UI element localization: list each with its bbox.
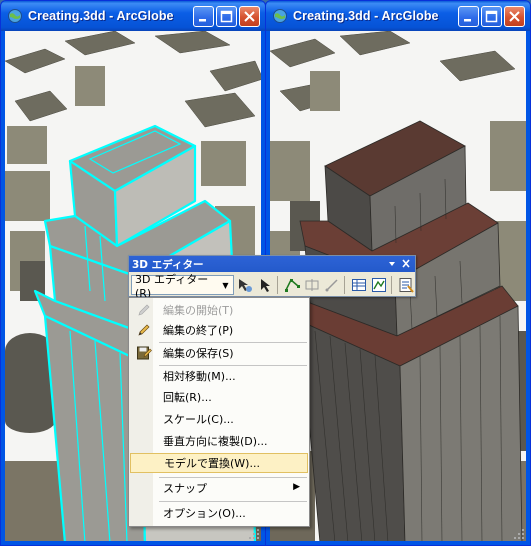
toolbar-row: 3D エディター(R) ▼	[129, 273, 415, 300]
arcglobe-icon	[273, 9, 287, 23]
menu-item-rotate[interactable]: 回転(R)...	[130, 387, 308, 407]
title-bar[interactable]: Creating.3dd - ArcGlobe	[1, 1, 265, 31]
sketch-properties-button[interactable]	[371, 276, 388, 294]
sketch-properties-icon	[372, 278, 387, 292]
menu-item-save-edits[interactable]: 編集の保存(S)	[130, 343, 308, 363]
editor-options-button[interactable]	[398, 276, 415, 294]
toolbar-separator	[276, 276, 278, 294]
attributes-table-icon	[352, 279, 367, 291]
minimize-button[interactable]	[193, 5, 214, 27]
maximize-button[interactable]	[216, 5, 237, 27]
menu-item-options[interactable]: オプション(O)...	[130, 503, 308, 523]
menu-item-duplicate-vertical[interactable]: 垂直方向に複製(D)...	[130, 431, 308, 451]
menu-item-snapping[interactable]: スナップ ▶	[130, 478, 308, 498]
menu-item-start-editing[interactable]: 編集の開始(T)	[130, 300, 308, 320]
split-icon	[305, 279, 319, 291]
window-title: Creating.3dd - ArcGlobe	[28, 9, 174, 23]
menu-separator	[159, 501, 307, 502]
minimize-icon	[464, 18, 471, 21]
menu-item-relative-move[interactable]: 相対移動(M)...	[130, 366, 308, 386]
title-bar[interactable]: Creating.3dd - ArcGlobe	[266, 1, 530, 31]
arcglobe-icon	[8, 9, 22, 23]
submenu-arrow-icon: ▶	[293, 482, 300, 492]
sketch-tool[interactable]	[324, 276, 341, 294]
close-button[interactable]	[239, 5, 260, 27]
minimize-icon	[199, 18, 206, 21]
edit-placement-tool[interactable]	[237, 276, 254, 294]
select-tool[interactable]	[257, 276, 274, 294]
menu-item-replace-with-model[interactable]: モデルで置換(W)...	[130, 453, 308, 473]
editor-menu-label: 3D エディター(R)	[135, 272, 209, 300]
3d-editor-menu-button[interactable]: 3D エディター(R) ▼	[131, 273, 234, 300]
minimize-button[interactable]	[458, 5, 479, 27]
maximize-button[interactable]	[481, 5, 502, 27]
close-button[interactable]	[504, 5, 525, 27]
toolbar-options-icon[interactable]	[386, 257, 398, 270]
attributes-button[interactable]	[351, 276, 368, 294]
save-edits-icon	[137, 346, 152, 360]
maximize-icon	[485, 10, 498, 22]
3d-editor-dropdown-menu: 編集の開始(T) 編集の終了(P) 編集の保存(S) 相対移動(M)... 回転…	[128, 297, 310, 527]
pencil-icon	[138, 304, 150, 316]
resize-grip-icon[interactable]	[248, 528, 260, 540]
split-tool[interactable]	[304, 276, 321, 294]
vertices-icon	[285, 278, 301, 292]
window-title: Creating.3dd - ArcGlobe	[293, 9, 439, 23]
menu-item-scale[interactable]: スケール(C)...	[130, 409, 308, 429]
arrow-pointer-icon	[261, 279, 271, 292]
close-icon	[244, 10, 255, 22]
options-icon	[399, 278, 415, 293]
maximize-icon	[220, 10, 233, 22]
resize-grip-icon[interactable]	[513, 528, 525, 540]
close-icon[interactable]	[400, 257, 412, 270]
toolbar-separator	[343, 276, 345, 294]
chevron-down-icon: ▼	[222, 280, 229, 290]
3d-editor-toolbar: 3D エディター 3D エディター(R) ▼	[128, 255, 416, 300]
menu-item-stop-editing[interactable]: 編集の終了(P)	[130, 320, 308, 340]
close-icon	[509, 10, 520, 22]
pencil-stop-icon	[138, 324, 150, 336]
toolbar-title: 3D エディター	[132, 258, 204, 271]
sketch-icon	[325, 279, 338, 292]
toolbar-separator	[390, 276, 392, 294]
edit-vertices-tool[interactable]	[284, 276, 301, 294]
edit-placement-icon	[239, 279, 253, 292]
